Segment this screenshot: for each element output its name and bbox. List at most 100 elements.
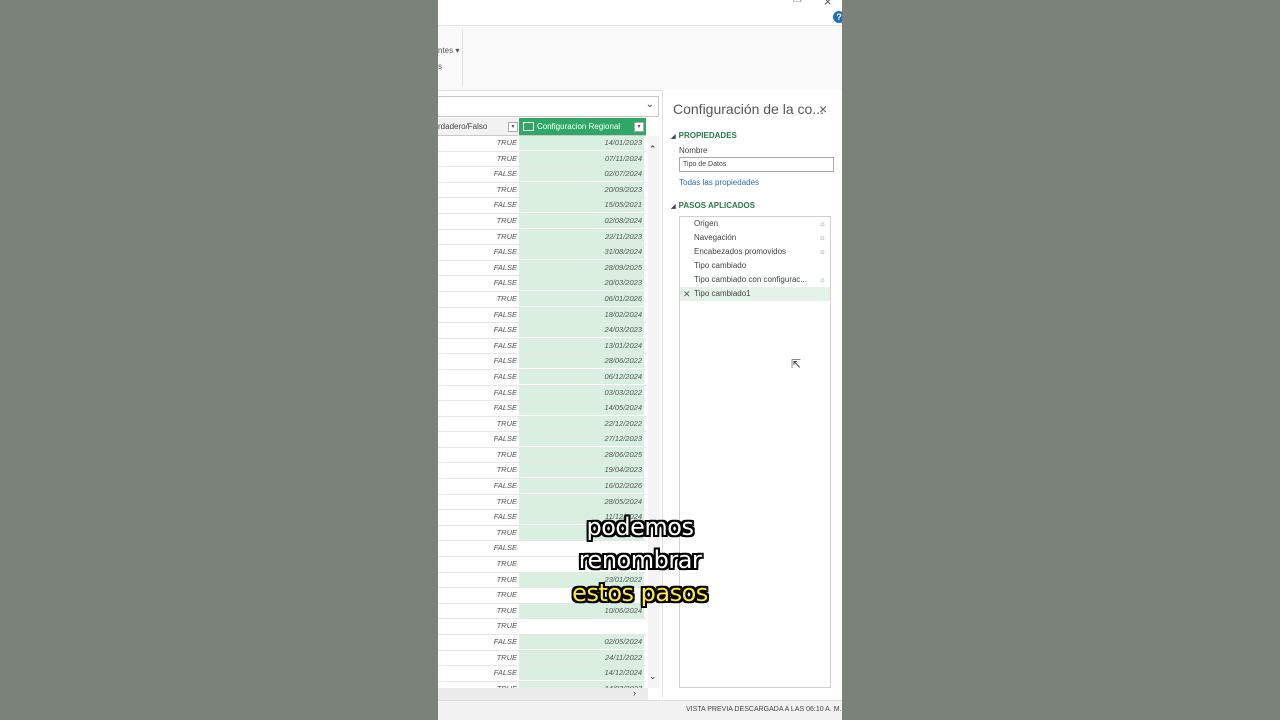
table-row[interactable]: FALSE 13/01/2024 <box>438 338 646 355</box>
table-row[interactable]: FALSE 28/06/2022 <box>438 354 646 370</box>
table-row[interactable]: FALSE 03/03/2022 <box>438 385 646 402</box>
cell-date[interactable]: 28/09/2025 <box>519 260 644 275</box>
restore-icon[interactable]: ❐ <box>793 0 802 5</box>
applied-step[interactable]: Navegación ☼ <box>680 231 830 245</box>
table-row[interactable]: FALSE 31/08/2024 <box>438 245 646 261</box>
table-row[interactable]: TRUE 14/01/2023 <box>438 136 646 152</box>
filter-dropdown-icon[interactable]: ▾ <box>634 122 644 132</box>
table-row[interactable]: FALSE 20/03/2023 <box>438 276 646 292</box>
table-row[interactable]: TRUE 02/08/2024 <box>438 213 646 230</box>
properties-section-header[interactable]: ◢ PROPIEDADES <box>671 131 737 140</box>
cell-date[interactable]: 18/02/2024 <box>519 307 644 322</box>
cell-date[interactable]: 06/01/2026 <box>519 291 644 306</box>
cell-date[interactable]: 22/12/2022 <box>519 416 644 431</box>
gear-icon[interactable]: ☼ <box>819 245 826 259</box>
applied-step[interactable]: ✕ Tipo cambiado1 <box>680 287 830 301</box>
cell-boolean[interactable]: TRUE <box>438 136 517 150</box>
cell-boolean[interactable]: TRUE <box>438 183 517 197</box>
collapse-triangle-icon[interactable]: ◢ <box>671 134 676 140</box>
cell-date[interactable]: 22/11/2023 <box>519 229 644 244</box>
cell-date[interactable]: 16/02/2026 <box>519 479 644 494</box>
cell-boolean[interactable]: TRUE <box>438 651 517 665</box>
cell-date[interactable]: 02/05/2024 <box>519 635 644 649</box>
scroll-up-icon[interactable]: ⌃ <box>649 144 657 155</box>
applied-step[interactable]: Encabezados promovidos ☼ <box>680 245 830 259</box>
applied-steps-section-header[interactable]: ◢ PASOS APLICADOS <box>671 201 755 210</box>
cell-date[interactable]: 15/05/2021 <box>519 198 644 213</box>
cell-boolean[interactable]: TRUE <box>438 214 517 228</box>
chevron-down-icon[interactable]: ⌄ <box>646 99 654 110</box>
cell-date[interactable]: 07/11/2024 <box>519 151 644 166</box>
table-row[interactable]: FALSE 24/03/2023 <box>438 323 646 339</box>
name-input[interactable]: Tipo de Datos <box>679 157 834 172</box>
cell-boolean[interactable]: FALSE <box>438 386 517 400</box>
applied-step[interactable]: Origen ☼ <box>680 217 830 231</box>
cell-boolean[interactable]: TRUE <box>438 230 517 244</box>
table-row[interactable]: FALSE 16/02/2026 <box>438 479 646 495</box>
table-row[interactable]: TRUE 28/06/2025 <box>438 447 646 464</box>
column-header-boolean[interactable]: rdadero/Falso ▾ <box>438 118 518 136</box>
cell-boolean[interactable]: FALSE <box>438 479 517 493</box>
gear-icon[interactable]: ☼ <box>819 217 826 231</box>
table-row[interactable]: FALSE 02/05/2024 <box>438 635 646 651</box>
cell-boolean[interactable]: FALSE <box>438 323 517 337</box>
cell-boolean[interactable]: FALSE <box>438 432 517 446</box>
cell-date[interactable]: 28/06/2025 <box>519 447 644 462</box>
cell-date[interactable]: 24/03/2023 <box>519 323 644 338</box>
table-row[interactable]: TRUE <box>438 619 646 635</box>
horizontal-scrollbar[interactable]: › <box>438 688 648 700</box>
cell-boolean[interactable]: TRUE <box>438 152 517 166</box>
table-row[interactable]: FALSE 27/12/2023 <box>438 432 646 448</box>
table-row[interactable]: TRUE 19/04/2023 <box>438 463 646 480</box>
cell-date[interactable]: 31/08/2024 <box>519 245 644 260</box>
cell-boolean[interactable]: TRUE <box>438 463 517 477</box>
cell-date[interactable]: 24/11/2022 <box>519 650 644 665</box>
all-properties-link[interactable]: Todas las propiedades <box>679 178 759 187</box>
table-row[interactable]: TRUE 06/01/2026 <box>438 291 646 308</box>
cell-boolean[interactable]: FALSE <box>438 401 517 415</box>
table-row[interactable]: FALSE 06/12/2024 <box>438 369 646 386</box>
cell-date[interactable]: 14/01/2023 <box>519 136 644 150</box>
cell-boolean[interactable]: FALSE <box>438 635 517 649</box>
cell-date[interactable]: 27/12/2023 <box>519 432 644 447</box>
gear-icon[interactable]: ☼ <box>819 231 826 245</box>
cell-date[interactable]: 13/01/2024 <box>519 338 644 353</box>
cell-boolean[interactable]: FALSE <box>438 198 517 212</box>
gear-icon[interactable]: ☼ <box>819 273 826 287</box>
table-row[interactable]: TRUE 22/11/2023 <box>438 229 646 246</box>
cell-boolean[interactable]: TRUE <box>438 292 517 306</box>
date-type-icon[interactable] <box>523 122 534 132</box>
cell-boolean[interactable]: TRUE <box>438 448 517 462</box>
cell-boolean[interactable]: TRUE <box>438 495 517 509</box>
ribbon-fragment-1[interactable]: ntes ▾ <box>438 46 459 55</box>
delete-step-icon[interactable]: ✕ <box>683 287 691 301</box>
table-row[interactable]: FALSE 15/05/2021 <box>438 198 646 214</box>
cell-boolean[interactable]: FALSE <box>438 339 517 353</box>
table-row[interactable]: FALSE 02/07/2024 <box>438 167 646 183</box>
cell-boolean[interactable]: FALSE <box>438 666 517 680</box>
cell-boolean[interactable]: FALSE <box>438 245 517 259</box>
cell-boolean[interactable]: FALSE <box>438 308 517 322</box>
cell-date[interactable]: 28/05/2024 <box>519 494 644 509</box>
cell-date[interactable]: 06/12/2024 <box>519 369 644 384</box>
close-icon[interactable]: × <box>819 101 827 117</box>
table-row[interactable]: TRUE 28/05/2024 <box>438 494 646 511</box>
table-row[interactable]: FALSE 18/02/2024 <box>438 307 646 324</box>
table-row[interactable]: FALSE 28/09/2025 <box>438 260 646 277</box>
applied-step[interactable]: Tipo cambiado <box>680 259 830 273</box>
table-row[interactable]: TRUE 20/09/2023 <box>438 182 646 199</box>
cell-date[interactable]: 19/04/2023 <box>519 463 644 478</box>
cell-boolean[interactable]: FALSE <box>438 261 517 275</box>
column-header-regional[interactable]: Configuracion Regional ▾ <box>519 118 646 136</box>
close-window-icon[interactable]: × <box>824 0 832 9</box>
cell-date[interactable]: 14/05/2024 <box>519 401 644 416</box>
help-icon[interactable]: ? <box>833 11 842 23</box>
cell-date[interactable]: 20/03/2023 <box>519 276 644 291</box>
cell-date[interactable]: 03/03/2022 <box>519 385 644 400</box>
table-row[interactable]: TRUE 24/11/2022 <box>438 650 646 667</box>
cell-date[interactable]: 28/06/2022 <box>519 354 644 369</box>
collapse-triangle-icon[interactable]: ◢ <box>671 204 676 210</box>
filter-dropdown-icon[interactable]: ▾ <box>508 122 518 132</box>
cell-boolean[interactable]: FALSE <box>438 370 517 384</box>
table-row[interactable]: TRUE 07/11/2024 <box>438 151 646 168</box>
